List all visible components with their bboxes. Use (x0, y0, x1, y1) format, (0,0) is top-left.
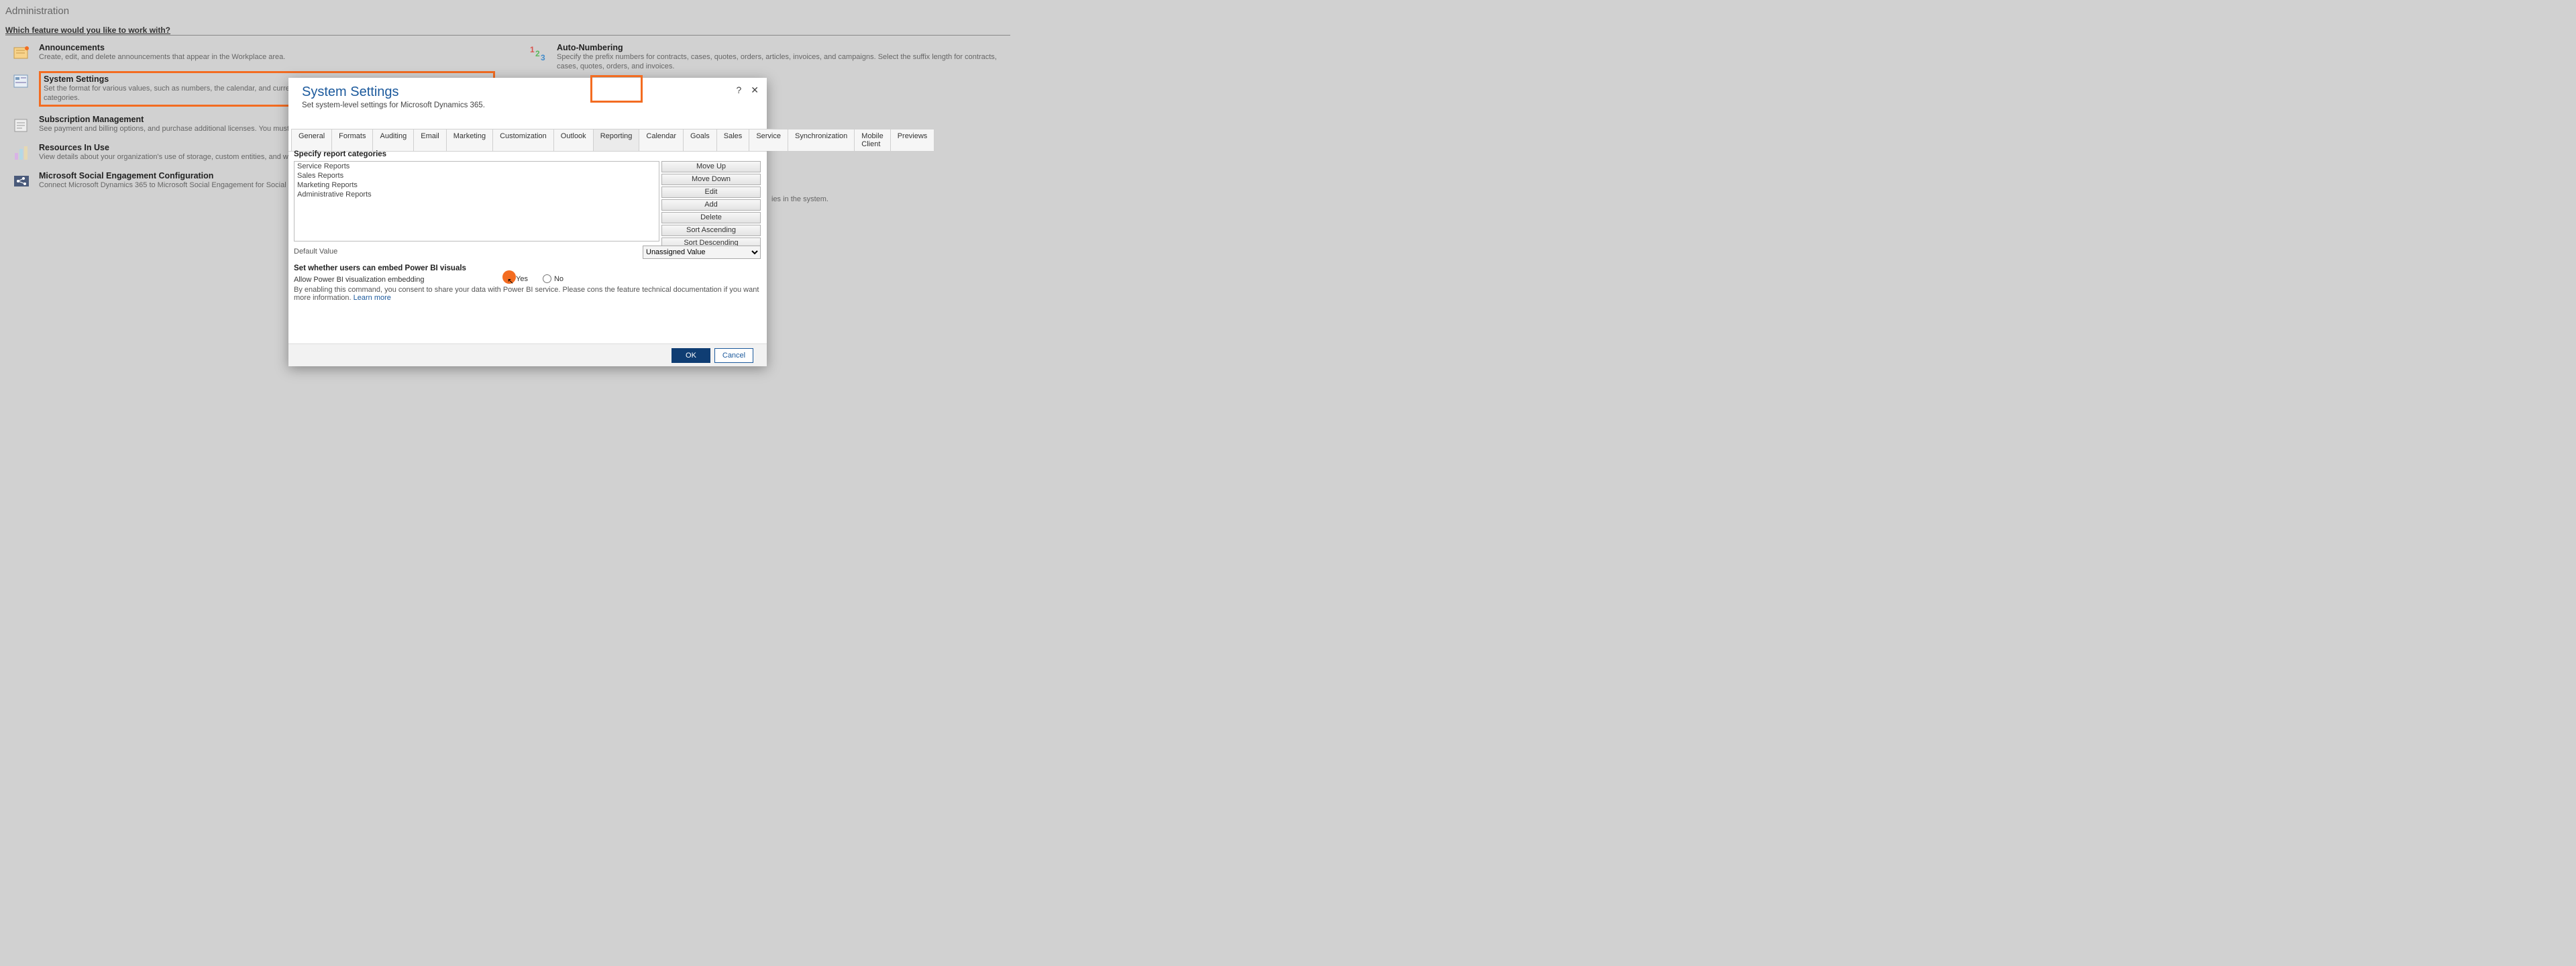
allow-powerbi-label: Allow Power BI visualization embedding (294, 276, 424, 284)
tab-general[interactable]: General (291, 129, 332, 151)
delete-button[interactable]: Delete (661, 212, 761, 223)
radio-no-label: No (554, 275, 564, 283)
radio-no-input[interactable] (543, 274, 551, 283)
feature-title: Auto-Numbering (557, 43, 1013, 52)
page-title: Administration (5, 5, 69, 17)
feature-autonumber[interactable]: 123 Auto-Numbering Specify the prefix nu… (530, 39, 1013, 76)
tab-previews[interactable]: Previews (890, 129, 935, 151)
section-powerbi: Set whether users can embed Power BI vis… (294, 264, 466, 272)
report-categories-list[interactable]: Service Reports Sales Reports Marketing … (294, 161, 659, 241)
tab-formats[interactable]: Formats (331, 129, 373, 151)
list-item[interactable]: Administrative Reports (294, 190, 659, 199)
settings-icon (12, 72, 31, 91)
tab-customization[interactable]: Customization (492, 129, 554, 151)
instruction-highlight-tab (590, 75, 643, 103)
learn-more-link[interactable]: Learn more (354, 294, 391, 302)
system-settings-dialog: ? ✕ System Settings Set system-level set… (288, 78, 767, 366)
help-icon[interactable]: ? (736, 85, 741, 96)
tab-mobile-client[interactable]: Mobile Client (854, 129, 890, 151)
dialog-footer: OK Cancel (288, 343, 767, 366)
svg-text:1: 1 (530, 45, 535, 54)
tab-calendar[interactable]: Calendar (639, 129, 684, 151)
autonumber-icon: 123 (530, 44, 549, 63)
tab-reporting[interactable]: Reporting (593, 129, 640, 151)
feature-column-right: 123 Auto-Numbering Specify the prefix nu… (530, 39, 1013, 76)
list-item[interactable]: Sales Reports (294, 171, 659, 180)
move-down-button[interactable]: Move Down (661, 174, 761, 185)
tab-email[interactable]: Email (413, 129, 447, 151)
tab-outlook[interactable]: Outlook (553, 129, 594, 151)
dialog-tabs: General Formats Auditing Email Marketing… (288, 129, 767, 152)
ok-button[interactable]: OK (672, 348, 710, 363)
dialog-subtitle: Set system-level settings for Microsoft … (302, 101, 485, 109)
allow-powerbi-radio-group: Yes No (504, 274, 564, 283)
category-buttons: Move Up Move Down Edit Add Delete Sort A… (661, 161, 761, 249)
list-item[interactable]: Marketing Reports (294, 180, 659, 190)
announcements-icon (12, 44, 31, 63)
default-value-label: Default Value (294, 248, 337, 256)
move-up-button[interactable]: Move Up (661, 161, 761, 172)
radio-yes-input[interactable] (504, 274, 513, 283)
feature-desc: Specify the prefix numbers for contracts… (557, 52, 1013, 72)
tab-auditing[interactable]: Auditing (372, 129, 414, 151)
tab-synchronization[interactable]: Synchronization (788, 129, 855, 151)
section-question: Which feature would you like to work wit… (5, 25, 170, 35)
svg-text:3: 3 (541, 53, 545, 62)
feature-desc-truncated: ies in the system. (771, 195, 828, 204)
resources-icon (12, 144, 31, 163)
feature-title: Announcements (39, 43, 495, 52)
default-value-select[interactable]: Unassigned Value (643, 246, 761, 259)
feature-desc: Create, edit, and delete announcements t… (39, 52, 495, 62)
dialog-title: System Settings (302, 85, 399, 100)
radio-no[interactable]: No (543, 274, 564, 283)
close-icon[interactable]: ✕ (751, 85, 759, 96)
tab-sales[interactable]: Sales (716, 129, 750, 151)
tab-goals[interactable]: Goals (683, 129, 717, 151)
radio-yes-label: Yes (516, 275, 528, 283)
subscription-icon (12, 116, 31, 135)
feature-announcements[interactable]: Announcements Create, edit, and delete a… (12, 39, 495, 67)
tab-marketing[interactable]: Marketing (446, 129, 493, 151)
svg-text:2: 2 (535, 49, 540, 58)
cancel-button[interactable]: Cancel (714, 348, 753, 363)
radio-yes[interactable]: Yes (504, 274, 528, 283)
tab-service[interactable]: Service (749, 129, 788, 151)
divider (5, 35, 1010, 36)
consent-text: By enabling this command, you consent to… (294, 286, 767, 302)
sort-asc-button[interactable]: Sort Ascending (661, 225, 761, 236)
list-item[interactable]: Service Reports (294, 162, 659, 171)
edit-button[interactable]: Edit (661, 186, 761, 198)
section-report-categories: Specify report categories (294, 150, 386, 158)
social-icon (12, 172, 31, 191)
add-button[interactable]: Add (661, 199, 761, 211)
